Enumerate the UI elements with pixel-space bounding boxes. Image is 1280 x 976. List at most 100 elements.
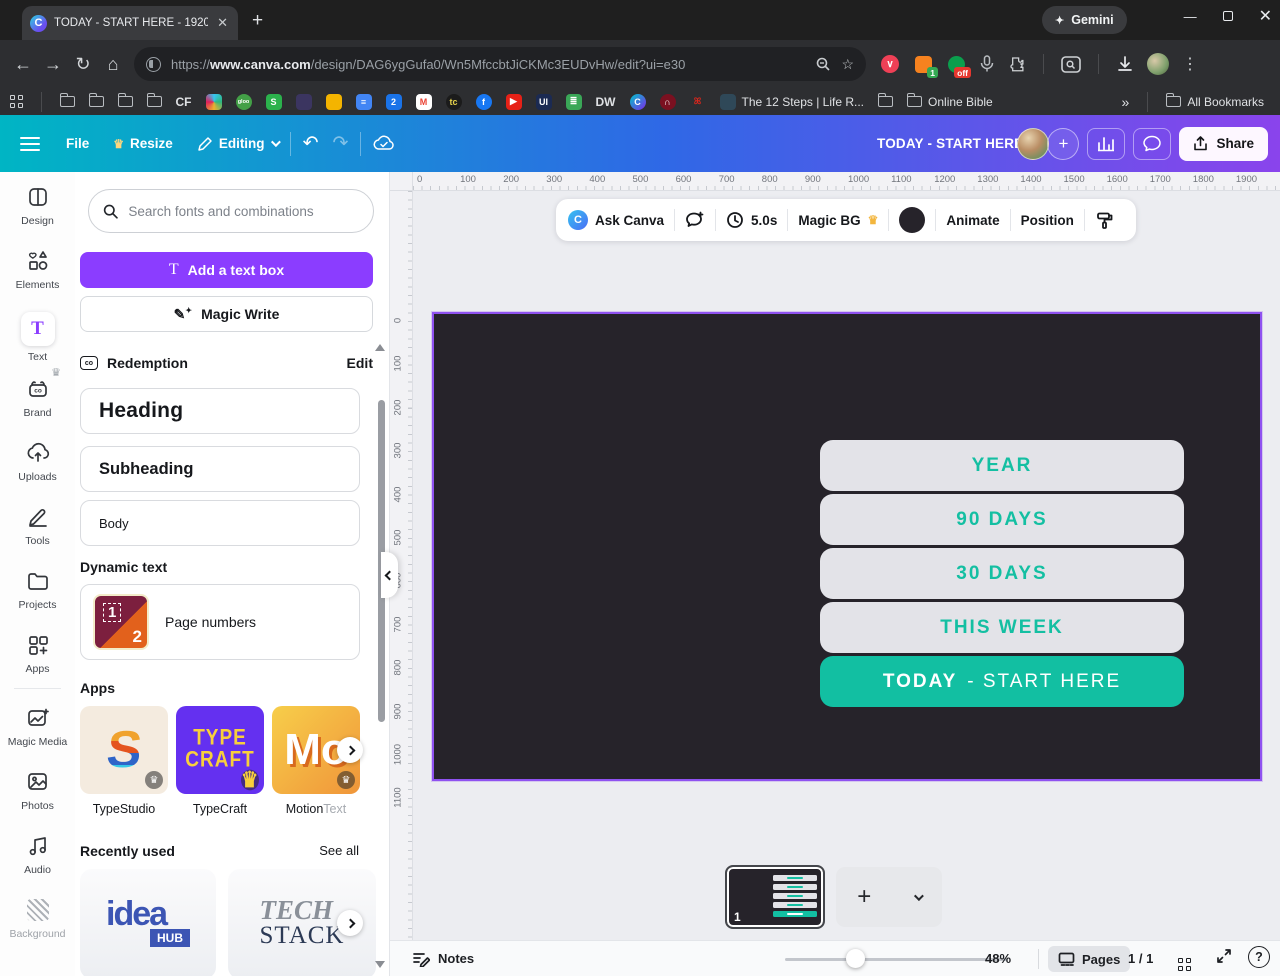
bookmark-ui[interactable]: UI [536,94,552,110]
canvas-button-90-days[interactable]: 90 DAYS [820,494,1184,545]
bookmark-tree[interactable] [296,94,312,110]
bookmark-list[interactable]: ≣ [566,94,582,110]
bookmark-tc[interactable]: tc [446,94,462,110]
minimize-button[interactable]: — [1184,9,1197,24]
zoom-page-icon[interactable] [815,56,831,72]
bookmark-gloo[interactable]: gloo [236,94,252,110]
bookmark-youtube[interactable]: ▶ [506,94,522,110]
bookmark-canva[interactable]: C [630,94,646,110]
add-page-button[interactable]: + [836,867,942,927]
scroll-down-arrow[interactable] [375,961,385,968]
panel-collapse-handle[interactable] [381,552,398,598]
bookmark-arch[interactable]: ∩ [660,94,676,110]
bookmark-folder-5[interactable] [878,96,893,107]
brand-kit-edit-link[interactable]: Edit [347,355,373,371]
help-button[interactable]: ? [1248,946,1270,968]
sidebar-item-design[interactable]: Design [0,172,75,236]
bookmark-docs[interactable]: ≡ [356,94,372,110]
browser-tab[interactable]: C TODAY - START HERE - 1920 × ✕ [22,6,238,40]
sidebar-item-uploads[interactable]: Uploads [0,428,75,492]
design-page[interactable]: YEAR90 DAYS30 DAYSTHIS WEEKTODAY- START … [432,312,1262,781]
insights-button[interactable] [1087,128,1125,160]
subheading-style-card[interactable]: Subheading [80,446,360,492]
extension-orange-icon[interactable]: 1 [913,54,933,74]
app-typestudio[interactable]: S ♛ [80,706,168,794]
fullscreen-button[interactable] [1216,948,1232,967]
sidebar-item-projects[interactable]: Projects [0,556,75,620]
magic-write-button[interactable]: ✎✦ Magic Write [80,296,373,332]
redo-button[interactable]: ↷ [332,132,348,155]
bookmark-cf[interactable]: CF [176,95,192,109]
bookmark-subsplash[interactable]: S [266,94,282,110]
sidebar-item-brand[interactable]: ♛ co Brand [0,364,75,428]
bookmark-slack[interactable] [206,94,222,110]
bookmark-folder-2[interactable] [89,96,104,107]
close-button[interactable]: ✕ [1259,6,1272,26]
bookmark-paw[interactable]: ꕤ [690,94,706,110]
bookmark-folder-4[interactable] [147,96,162,107]
grid-view-button[interactable] [1178,951,1191,971]
extension-green-icon[interactable]: off [946,54,966,74]
sidebar-item-audio[interactable]: Audio [0,821,75,885]
sidebar-item-tools[interactable]: Tools [0,492,75,556]
bookmark-calendar[interactable]: 2 [386,94,402,110]
reload-button[interactable]: ↻ [68,54,98,75]
address-bar[interactable]: https://www.canva.com/design/DAG6ygGufa0… [134,47,866,81]
invite-member-button[interactable]: + [1047,128,1079,160]
sidebar-item-background[interactable]: Background [0,885,75,949]
all-bookmarks-button[interactable]: All Bookmarks [1166,95,1264,109]
pocket-extension-icon[interactable]: ∨ [880,54,900,74]
body-style-card[interactable]: Body [80,500,360,546]
resize-menu[interactable]: ♛Resize [113,136,173,151]
bookmarks-overflow-button[interactable]: » [1122,94,1130,110]
page-thumbnail[interactable]: 1 [725,865,825,929]
sidebar-item-elements[interactable]: Elements [0,236,75,300]
maximize-button[interactable] [1223,11,1233,21]
bookmark-keep[interactable] [326,94,342,110]
bookmark-folder-1[interactable] [60,96,75,107]
bookmark-dw[interactable]: DW [596,95,616,109]
downloads-icon[interactable] [1116,55,1134,73]
apps-scroll-right-button[interactable] [337,737,363,763]
page-numbers-card[interactable]: 12 Page numbers [80,584,360,660]
home-button[interactable]: ⌂ [98,54,128,75]
editing-mode-menu[interactable]: Editing [197,136,278,152]
back-button[interactable]: ← [8,54,38,75]
zoom-slider-track[interactable] [785,958,1007,961]
animate-button[interactable]: Animate [946,213,999,228]
sidebar-item-text[interactable]: T Text [0,300,75,364]
bookmark-apps-grid-icon[interactable] [10,95,23,108]
file-menu[interactable]: File [66,136,89,151]
notes-button[interactable]: Notes [412,951,474,967]
canvas-button-year[interactable]: YEAR [820,440,1184,491]
recent-scroll-right-button[interactable] [337,910,363,936]
font-search-input[interactable] [128,204,359,219]
app-typecraft[interactable]: TYPE CRAFT ♛ [176,706,264,794]
scroll-up-arrow[interactable] [375,344,385,351]
extensions-puzzle-icon[interactable] [1008,55,1026,73]
heading-style-card[interactable]: Heading [80,388,360,434]
recent-idea-hub-card[interactable]: idea HUB [80,869,216,976]
new-tab-button[interactable]: + [252,10,263,32]
background-color-swatch[interactable] [899,207,925,233]
bookmark-online-bible[interactable]: Online Bible [907,95,993,109]
sidebar-item-magic-media[interactable]: Magic Media [0,693,75,757]
canvas-button-30-days[interactable]: 30 DAYS [820,548,1184,599]
sidebar-item-photos[interactable]: Photos [0,757,75,821]
pages-view-button[interactable]: Pages [1048,946,1130,972]
gemini-button[interactable]: ✦ Gemini [1042,6,1127,34]
magic-bg-button[interactable]: Magic BG ♛ [798,213,878,228]
browser-menu-icon[interactable]: ⋮ [1182,54,1198,74]
tab-search-icon[interactable] [1061,56,1081,73]
user-avatar[interactable] [1017,128,1049,160]
add-text-box-button[interactable]: T Add a text box [80,252,373,288]
sidebar-item-apps[interactable]: Apps [0,620,75,684]
microphone-icon[interactable] [979,55,995,73]
font-search[interactable] [88,189,374,233]
bookmark-folder-3[interactable] [118,96,133,107]
bookmark-12-steps[interactable]: The 12 Steps | Life R... [720,94,865,110]
bookmark-facebook[interactable]: f [476,94,492,110]
bookmark-gmail[interactable]: M [416,94,432,110]
ask-canva-button[interactable]: C Ask Canva [568,210,664,230]
copy-style-button[interactable] [1095,211,1114,230]
